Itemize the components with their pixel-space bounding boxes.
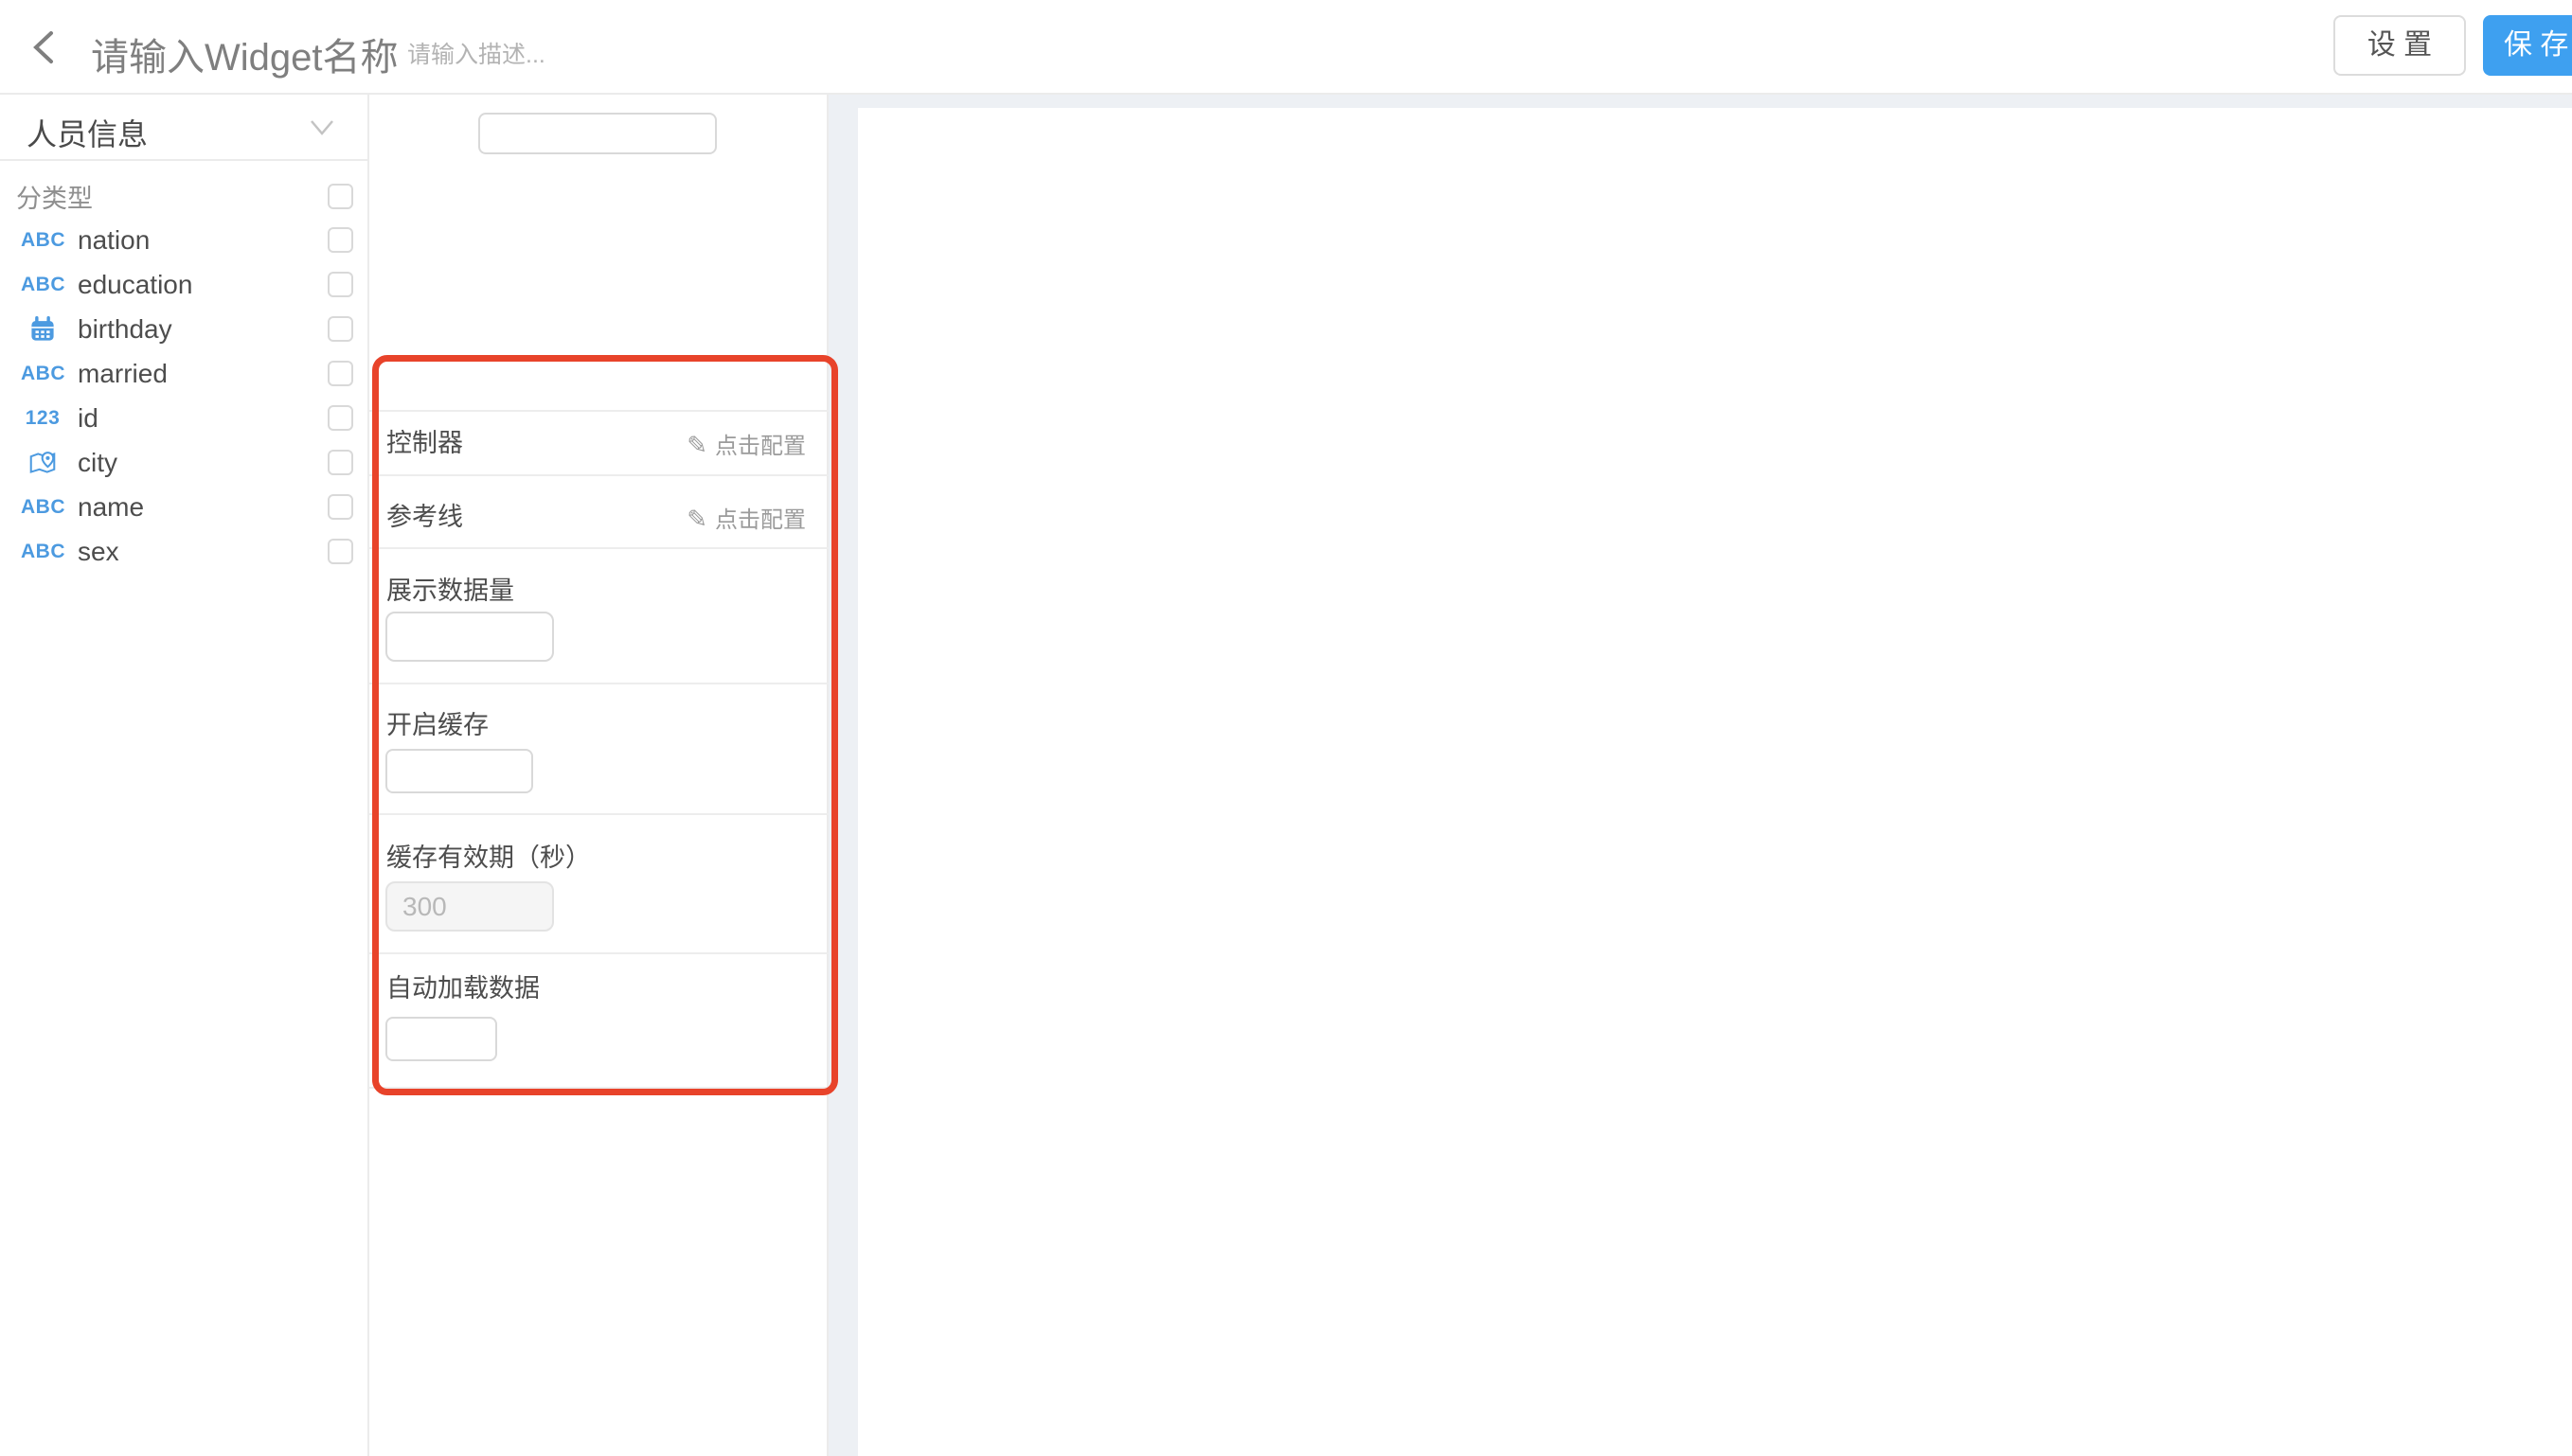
cache-ttl-input[interactable] <box>385 881 554 932</box>
widget-description-input[interactable]: 请输入描述... <box>407 36 545 70</box>
display-count-label: 展示数据量 <box>386 576 514 606</box>
divider <box>369 952 829 954</box>
field-item-married[interactable]: ABC married <box>0 351 367 396</box>
text-field-icon: ABC <box>21 496 64 519</box>
display-count-input[interactable] <box>385 612 554 662</box>
field-item-education[interactable]: ABC education <box>0 262 367 307</box>
field-checkbox[interactable] <box>328 539 353 564</box>
chart-card <box>858 108 2572 1456</box>
cache-ttl-label: 缓存有效期（秒） <box>386 843 591 873</box>
divider <box>369 683 829 684</box>
text-field-icon: ABC <box>21 229 64 252</box>
field-name: education <box>78 270 192 300</box>
widget-name-input[interactable]: 请输入Widget名称 <box>91 27 399 81</box>
reference-line-configure-text: 点击配置 <box>715 507 806 533</box>
field-checkbox[interactable] <box>328 272 353 297</box>
field-checkbox[interactable] <box>328 227 353 253</box>
divider <box>369 1087 829 1089</box>
controller-label: 控制器 <box>386 428 463 458</box>
field-name: married <box>78 359 168 389</box>
back-button[interactable] <box>27 28 64 66</box>
autoload-toggle <box>385 1017 497 1061</box>
divider <box>369 813 829 815</box>
field-item-nation[interactable]: ABC nation <box>0 218 367 262</box>
field-sidebar: 人员信息 分类型 ABC nation ABC education birthday ABC… <box>0 95 369 1456</box>
settings-button[interactable]: 设 置 <box>2333 15 2466 76</box>
autoload-label: 自动加载数据 <box>386 973 540 1003</box>
field-checkbox[interactable] <box>328 405 353 431</box>
cache-toggle <box>385 749 533 793</box>
topbar: 请输入Widget名称 请输入描述... 设 置 保 存 <box>0 0 2572 95</box>
field-checkbox[interactable] <box>328 494 353 520</box>
panel-tabs <box>369 366 829 412</box>
text-field-icon: ABC <box>21 541 64 563</box>
field-item-sex[interactable]: ABC sex <box>0 529 367 574</box>
field-checkbox[interactable] <box>328 316 353 342</box>
reference-line-label: 参考线 <box>386 502 463 532</box>
field-name: nation <box>78 225 150 256</box>
controller-configure-link[interactable]: ✎ 点击配置 <box>687 430 806 462</box>
field-name: birthday <box>78 314 172 345</box>
pencil-icon: ✎ <box>687 505 707 533</box>
field-name: city <box>78 448 117 478</box>
text-field-icon: ABC <box>21 274 64 296</box>
save-button[interactable]: 保 存 <box>2483 15 2572 76</box>
number-field-icon: 123 <box>21 407 64 430</box>
divider <box>369 474 829 476</box>
section-checkbox[interactable] <box>328 184 353 209</box>
field-name: name <box>78 492 144 523</box>
chart-type-grid <box>369 163 829 364</box>
reference-line-configure-link[interactable]: ✎ 点击配置 <box>687 504 806 536</box>
cache-enable-label: 开启缓存 <box>386 710 489 740</box>
chevron-down-icon <box>309 117 335 138</box>
chevron-left-icon <box>27 28 64 66</box>
view-name: 人员信息 <box>27 111 148 154</box>
divider <box>369 410 829 412</box>
text-field-icon: ABC <box>21 363 64 385</box>
field-item-birthday[interactable]: birthday <box>0 307 367 351</box>
divider <box>369 547 829 549</box>
geo-field-icon <box>21 449 64 477</box>
section-label: 分类型 <box>16 178 93 215</box>
field-checkbox[interactable] <box>328 361 353 386</box>
calendar-field-icon <box>21 315 64 344</box>
field-name: id <box>78 403 98 434</box>
field-item-name[interactable]: ABC name <box>0 485 367 529</box>
bar-chart <box>858 108 2572 1456</box>
field-item-id[interactable]: 123 id <box>0 396 367 440</box>
section-header-categorical: 分类型 <box>0 174 367 218</box>
view-selector[interactable]: 人员信息 <box>0 95 367 161</box>
field-item-city[interactable]: city <box>0 440 367 485</box>
controller-configure-text: 点击配置 <box>715 434 806 459</box>
drive-mode-toggle <box>478 113 717 154</box>
pencil-icon: ✎ <box>687 431 707 459</box>
field-name: sex <box>78 537 119 567</box>
field-checkbox[interactable] <box>328 450 353 475</box>
config-panel: 控制器 ✎点击配置 参考线 ✎点击配置 展示数据量 开启缓存 缓存有效期（秒） … <box>369 95 829 1456</box>
